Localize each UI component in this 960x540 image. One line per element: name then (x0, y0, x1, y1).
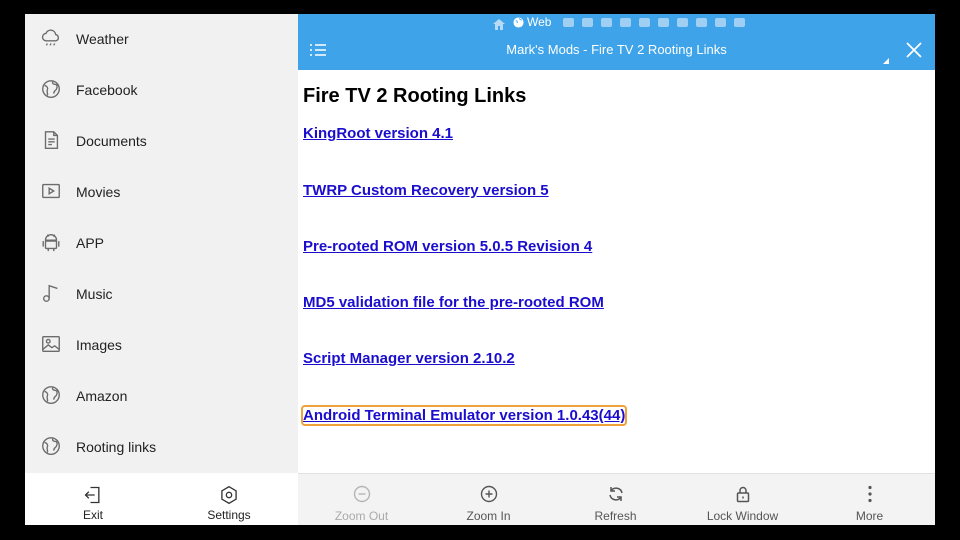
sidebar-item-facebook[interactable]: Facebook (25, 65, 298, 116)
page-title: Mark's Mods - Fire TV 2 Rooting Links (506, 42, 727, 57)
sidebar-item-label: APP (76, 235, 105, 251)
window-icon[interactable] (696, 17, 708, 27)
zoom-in-button[interactable]: Zoom In (425, 474, 552, 525)
gear-icon (219, 485, 239, 505)
lock-window-label: Lock Window (706, 509, 779, 523)
sidebar-item-movies[interactable]: Movies (25, 167, 298, 218)
globe-icon (513, 16, 524, 28)
sidebar-item-label: Music (76, 286, 113, 302)
more-label: More (855, 509, 884, 523)
music-note-icon (40, 282, 62, 304)
browser-panel: Web Mark's Mods - Fire TV 2 Rooting Link… (298, 14, 935, 525)
window-icon[interactable] (601, 17, 613, 27)
sidebar-item-music[interactable]: Music (25, 269, 298, 320)
sidebar-item-amazon[interactable]: Amazon (25, 371, 298, 422)
refresh-icon (607, 485, 625, 503)
android-icon (40, 231, 62, 253)
link-kingroot[interactable]: KingRoot version 4.1 (303, 125, 453, 142)
menu-icon[interactable] (308, 40, 328, 60)
link-terminal-emulator[interactable]: Android Terminal Emulator version 1.0.43… (300, 405, 628, 426)
app-window: Weather Facebook Documents Movies APP Mu… (25, 14, 935, 525)
refresh-label: Refresh (594, 509, 637, 523)
sidebar-item-weather[interactable]: Weather (25, 14, 298, 65)
window-icon[interactable] (658, 17, 670, 27)
window-tab-bar: Web (298, 14, 935, 30)
window-icon[interactable] (563, 17, 575, 27)
sidebar-item-label: Amazon (76, 388, 128, 404)
window-icon[interactable] (620, 17, 632, 27)
sidebar: Weather Facebook Documents Movies APP Mu… (25, 14, 298, 473)
browser-toolbar: Mark's Mods - Fire TV 2 Rooting Links (298, 30, 935, 70)
printer-icon[interactable] (734, 17, 746, 27)
sidebar-item-documents[interactable]: Documents (25, 116, 298, 167)
exit-button[interactable]: Exit (25, 473, 161, 525)
link-pre-rooted-rom[interactable]: Pre-rooted ROM version 5.0.5 Revision 4 (303, 238, 592, 255)
window-icon[interactable] (639, 17, 651, 27)
link-twrp[interactable]: TWRP Custom Recovery version 5 (303, 182, 549, 199)
globe-icon (40, 435, 62, 457)
video-icon[interactable] (715, 17, 727, 27)
window-icon[interactable] (677, 17, 689, 27)
sidebar-footer: Exit Settings (25, 473, 298, 525)
zoom-in-icon (480, 485, 498, 503)
link-md5-validation[interactable]: MD5 validation file for the pre-rooted R… (303, 294, 604, 311)
movie-icon (40, 180, 62, 202)
zoom-out-label: Zoom Out (334, 509, 389, 523)
sidebar-item-label: Rooting links (76, 439, 157, 455)
more-vertical-icon (861, 485, 879, 503)
link-script-manager[interactable]: Script Manager version 2.10.2 (303, 350, 515, 367)
sidebar-item-images[interactable]: Images (25, 320, 298, 371)
image-icon (40, 333, 62, 355)
settings-label: Settings (207, 508, 251, 522)
sidebar-item-label: Documents (76, 133, 147, 149)
page-heading: Fire TV 2 Rooting Links (303, 85, 527, 107)
zoom-out-icon (353, 485, 371, 503)
more-button[interactable]: More (806, 474, 933, 525)
zoom-in-label: Zoom In (466, 509, 511, 523)
settings-button[interactable]: Settings (161, 473, 297, 525)
sidebar-item-label: Facebook (76, 82, 138, 98)
exit-label: Exit (82, 508, 103, 522)
globe-icon (40, 384, 62, 406)
cloud-rain-icon (40, 27, 62, 49)
sidebar-item-label: Weather (76, 31, 129, 47)
tab-web-label: Web (527, 15, 552, 29)
lock-icon (734, 485, 752, 503)
sidebar-item-rooting-links[interactable]: Rooting links (25, 422, 298, 473)
download-icon[interactable] (582, 17, 594, 27)
tab-web[interactable]: Web (513, 15, 551, 29)
exit-icon (83, 485, 103, 505)
lock-window-button[interactable]: Lock Window (679, 474, 806, 525)
web-content: Fire TV 2 Rooting Links KingRoot version… (298, 70, 935, 473)
document-icon (40, 129, 62, 151)
refresh-button[interactable]: Refresh (552, 474, 679, 525)
close-icon[interactable] (904, 40, 924, 60)
home-icon[interactable] (493, 17, 505, 30)
sidebar-item-label: Movies (76, 184, 121, 200)
resize-corner-icon[interactable] (883, 58, 889, 64)
globe-icon (40, 78, 62, 100)
browser-bottom-bar: Zoom Out Zoom In Refresh Lock Window Mor… (298, 473, 935, 525)
zoom-out-button[interactable]: Zoom Out (298, 474, 425, 525)
sidebar-item-app[interactable]: APP (25, 218, 298, 269)
sidebar-item-label: Images (76, 337, 122, 353)
